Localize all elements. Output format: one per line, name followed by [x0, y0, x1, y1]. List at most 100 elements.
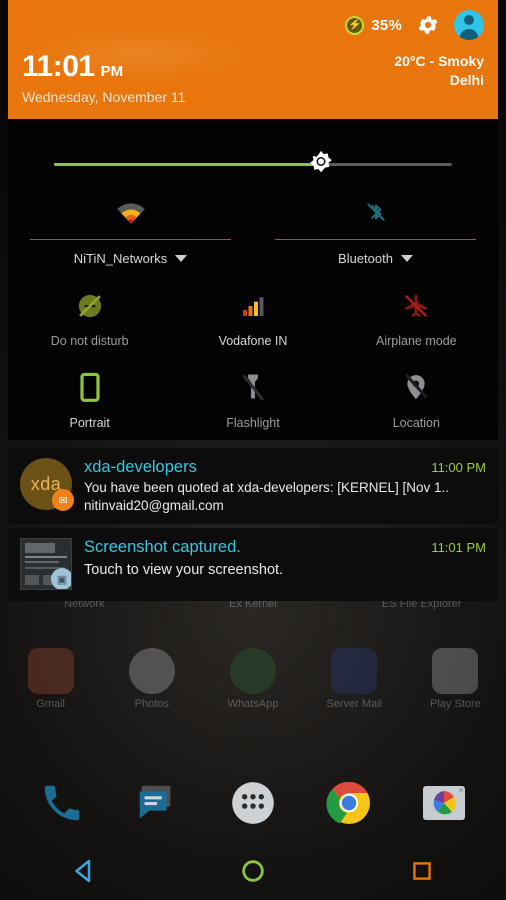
qs-tile-wifi-label-row: NiTiN_Networks — [73, 251, 188, 266]
battery-charging-icon — [345, 15, 365, 35]
gmail-app-icon — [27, 648, 74, 694]
qs-tile-label: NiTiN_Networks — [73, 251, 168, 266]
phone-icon — [44, 785, 80, 820]
qs-tile-row-2: Do not disturb Vodafone IN Airplane mode — [8, 288, 498, 348]
back-triangle-icon — [75, 859, 91, 883]
location-off-icon — [401, 370, 431, 406]
notification-list: xda ✉ xda-developers 11:00 PM You have b… — [8, 448, 498, 601]
brightness-thumb[interactable] — [306, 149, 336, 179]
home-dock — [0, 765, 506, 840]
home-app-play-store: Play Store — [405, 648, 506, 710]
brightness-fill — [54, 163, 321, 166]
battery-status[interactable]: 35% — [345, 15, 402, 35]
notification-screenshot[interactable]: ▣ Screenshot captured. 11:01 PM Touch to… — [8, 528, 498, 601]
dock-item-photos[interactable] — [396, 779, 492, 827]
brightness-slider[interactable] — [8, 133, 498, 187]
home-app-label: Server Mail — [326, 698, 383, 710]
qs-tile-airplane-mode[interactable]: Airplane mode — [335, 288, 498, 348]
chevron-down-icon[interactable] — [175, 255, 188, 262]
notification-line-2: nitinvaid20@gmail.com — [84, 498, 224, 513]
do-not-disturb-icon — [74, 288, 106, 324]
home-app-label: WhatsApp — [227, 698, 279, 710]
qs-tile-cellular[interactable]: Vodafone IN — [171, 288, 334, 348]
wifi-icon — [114, 191, 148, 233]
notification-shade: 35% 11:01 PM Wednesday, November 11 — [8, 0, 498, 605]
home-app-label: Photos — [134, 698, 169, 710]
notification-header: xda-developers 11:00 PM — [84, 458, 486, 477]
bluetooth-off-icon — [363, 191, 389, 233]
qs-tile-label: Airplane mode — [376, 334, 457, 348]
qs-tile-do-not-disturb[interactable]: Do not disturb — [8, 288, 171, 348]
qs-tile-bluetooth-label-row: Bluetooth — [338, 251, 413, 266]
recents-square-icon — [412, 862, 431, 880]
header-main: 11:01 PM Wednesday, November 11 20°C - S… — [22, 52, 484, 106]
chevron-down-icon[interactable] — [400, 255, 413, 262]
notification-app-title: xda-developers — [84, 458, 197, 476]
notification-xda[interactable]: xda ✉ xda-developers 11:00 PM You have b… — [8, 448, 498, 524]
notification-body: Screenshot captured. 11:01 PM Touch to v… — [84, 538, 486, 590]
clock-block[interactable]: 11:01 PM Wednesday, November 11 — [22, 52, 186, 106]
home-app-server-mail: Server Mail — [304, 648, 405, 710]
quick-settings-panel: NiTiN_Networks Bluetooth Do not disturb … — [8, 119, 498, 440]
qs-tile-bluetooth[interactable]: Bluetooth — [253, 191, 498, 266]
home-app-label: Gmail — [36, 698, 65, 710]
brightness-sun-icon — [309, 150, 332, 173]
screen-rotation-portrait-icon — [76, 370, 104, 406]
qs-tile-wifi[interactable]: NiTiN_Networks — [8, 191, 253, 266]
photos-app-icon — [128, 648, 175, 694]
notification-header: Screenshot captured. 11:01 PM — [84, 538, 486, 557]
home-app-whatsapp: WhatsApp — [202, 648, 303, 710]
qs-tile-row-3: Portrait Flashlight Location — [8, 370, 498, 430]
cell-signal-icon — [238, 288, 268, 324]
home-circle-icon — [242, 860, 264, 882]
clock-time: 11:01 — [22, 50, 95, 83]
weather-block[interactable]: 20°C - Smoky Delhi — [394, 52, 484, 90]
app-drawer-icon — [232, 781, 274, 824]
flashlight-off-icon — [238, 370, 268, 406]
navigation-bar — [0, 842, 506, 900]
back-nav-button[interactable] — [0, 856, 169, 886]
tile-divider — [30, 239, 231, 240]
recents-nav-button[interactable] — [337, 858, 506, 884]
home-app-photos: Photos — [101, 648, 202, 710]
gallery-badge-icon: ▣ — [51, 568, 71, 589]
screenshot-thumbnail: ▣ — [20, 538, 72, 590]
notification-body: xda-developers 11:00 PM You have been qu… — [84, 458, 486, 513]
notification-app-title: Screenshot captured. — [84, 538, 241, 556]
home-nav-button[interactable] — [169, 857, 338, 885]
dock-item-phone[interactable] — [14, 780, 110, 826]
weather-condition: 20°C - Smoky — [394, 53, 484, 69]
avatar: xda ✉ — [20, 458, 74, 511]
home-app-label: Play Store — [430, 698, 481, 710]
qs-tile-flashlight[interactable]: Flashlight — [171, 370, 334, 430]
user-avatar-button[interactable] — [454, 10, 484, 40]
weather-location: Delhi — [449, 71, 484, 88]
chrome-icon — [326, 781, 370, 824]
whatsapp-app-icon — [230, 648, 276, 694]
airplane-off-icon — [401, 288, 431, 324]
tile-divider — [275, 239, 476, 240]
dock-item-chrome[interactable] — [301, 779, 397, 827]
qs-tile-location[interactable]: Location — [335, 370, 498, 430]
home-screen-app-row: Gmail Photos WhatsApp Server Mail Play S… — [0, 648, 506, 710]
qs-tile-label: Location — [392, 416, 440, 430]
gmail-badge-icon: ✉ — [52, 489, 74, 511]
status-bar: 35% — [22, 8, 484, 42]
settings-button[interactable] — [416, 13, 440, 37]
clock: 11:01 PM — [22, 52, 185, 82]
qs-tile-portrait[interactable]: Portrait — [8, 370, 171, 430]
server-mail-app-icon — [331, 648, 378, 694]
qs-tile-label: Flashlight — [226, 416, 280, 430]
dual-tile-row: NiTiN_Networks Bluetooth — [8, 187, 498, 266]
dock-item-messages[interactable] — [110, 780, 206, 826]
home-app-gmail: Gmail — [0, 648, 101, 710]
gear-icon — [418, 16, 438, 34]
notification-line-1: Touch to view your screenshot. — [84, 562, 284, 578]
qs-tile-label: Bluetooth — [338, 251, 393, 266]
clock-date: Wednesday, November 11 — [22, 89, 186, 105]
dock-item-app-drawer[interactable] — [205, 778, 301, 828]
avatar-head-icon — [464, 15, 474, 25]
qs-tile-label: Portrait — [69, 416, 110, 430]
qs-tile-label: Do not disturb — [50, 334, 129, 348]
notification-timestamp: 11:00 PM — [431, 460, 486, 475]
